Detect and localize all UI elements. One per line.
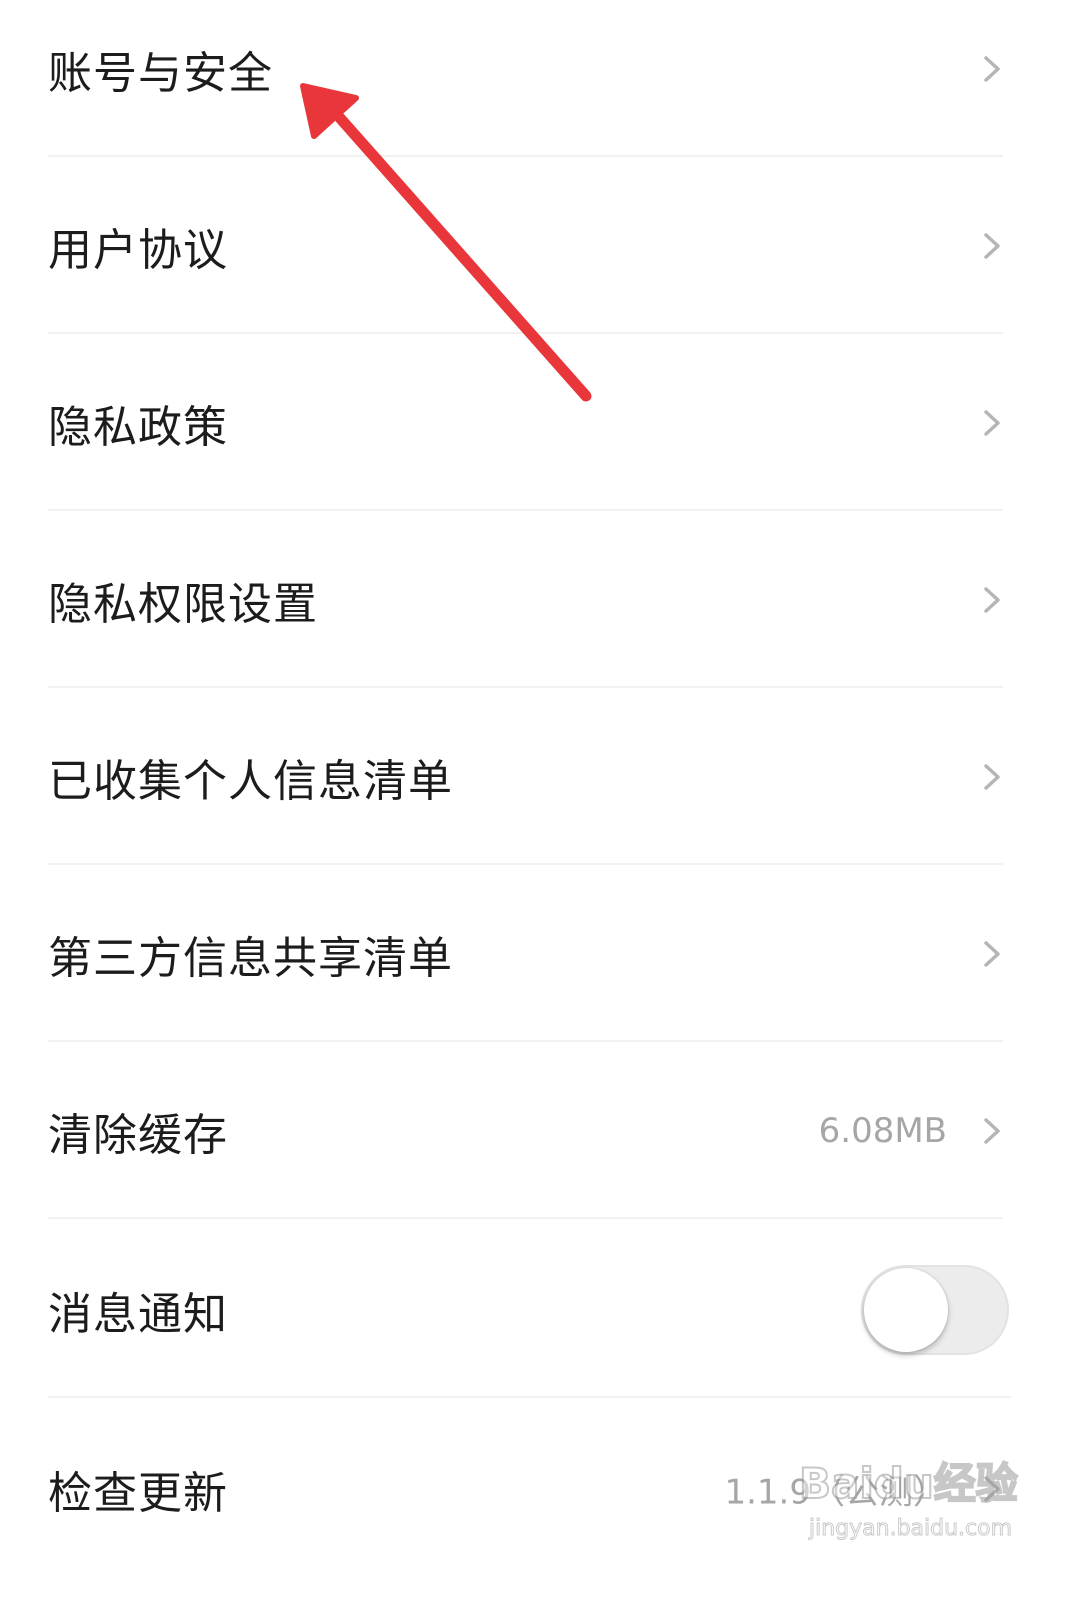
settings-item-message-notifications: 消息通知 xyxy=(0,1221,1079,1398)
settings-item-label: 清除缓存 xyxy=(48,1109,228,1161)
settings-item-label: 消息通知 xyxy=(48,1288,228,1340)
settings-item-label: 检查更新 xyxy=(48,1467,228,1519)
settings-item-collected-info-list[interactable]: 已收集个人信息清单 xyxy=(0,688,1079,865)
divider xyxy=(48,1396,1011,1398)
settings-item-label: 账号与安全 xyxy=(48,47,273,99)
settings-item-account-security[interactable]: 账号与安全 xyxy=(0,0,1079,157)
chevron-right-icon xyxy=(977,408,1007,438)
chevron-right-icon xyxy=(977,54,1007,84)
settings-item-label: 用户协议 xyxy=(48,224,228,276)
settings-item-label: 隐私政策 xyxy=(48,401,228,453)
settings-item-privacy-policy[interactable]: 隐私政策 xyxy=(0,334,1079,511)
divider xyxy=(48,1217,1003,1219)
settings-item-privacy-permissions[interactable]: 隐私权限设置 xyxy=(0,511,1079,688)
chevron-right-icon xyxy=(977,939,1007,969)
notification-toggle[interactable] xyxy=(861,1264,1009,1355)
chevron-right-icon xyxy=(977,1116,1007,1146)
app-version-value: 1.1.9（公测） xyxy=(724,1472,947,1512)
settings-item-label: 已收集个人信息清单 xyxy=(48,755,453,807)
chevron-right-icon xyxy=(977,585,1007,615)
settings-item-clear-cache[interactable]: 清除缓存 6.08MB xyxy=(0,1042,1079,1219)
settings-item-user-agreement[interactable]: 用户协议 xyxy=(0,157,1079,334)
chevron-right-icon xyxy=(977,1474,1007,1504)
settings-item-label: 第三方信息共享清单 xyxy=(48,932,453,984)
chevron-right-icon xyxy=(977,762,1007,792)
settings-item-label: 隐私权限设置 xyxy=(48,578,318,630)
settings-item-check-update[interactable]: 检查更新 1.1.9（公测） xyxy=(0,1400,1079,1577)
toggle-knob xyxy=(864,1267,948,1352)
chevron-right-icon xyxy=(977,231,1007,261)
settings-item-third-party-sharing-list[interactable]: 第三方信息共享清单 xyxy=(0,865,1079,1042)
cache-size-value: 6.08MB xyxy=(818,1110,947,1151)
